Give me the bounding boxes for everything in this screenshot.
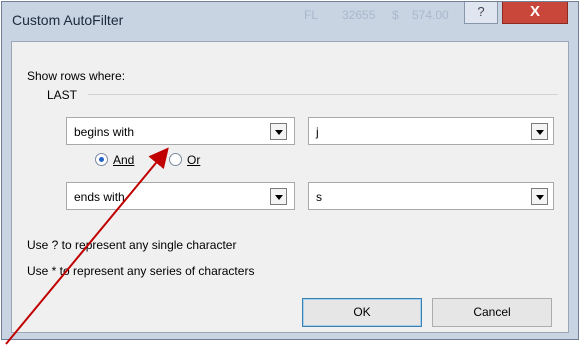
annotation-arrow bbox=[5, 147, 169, 345]
